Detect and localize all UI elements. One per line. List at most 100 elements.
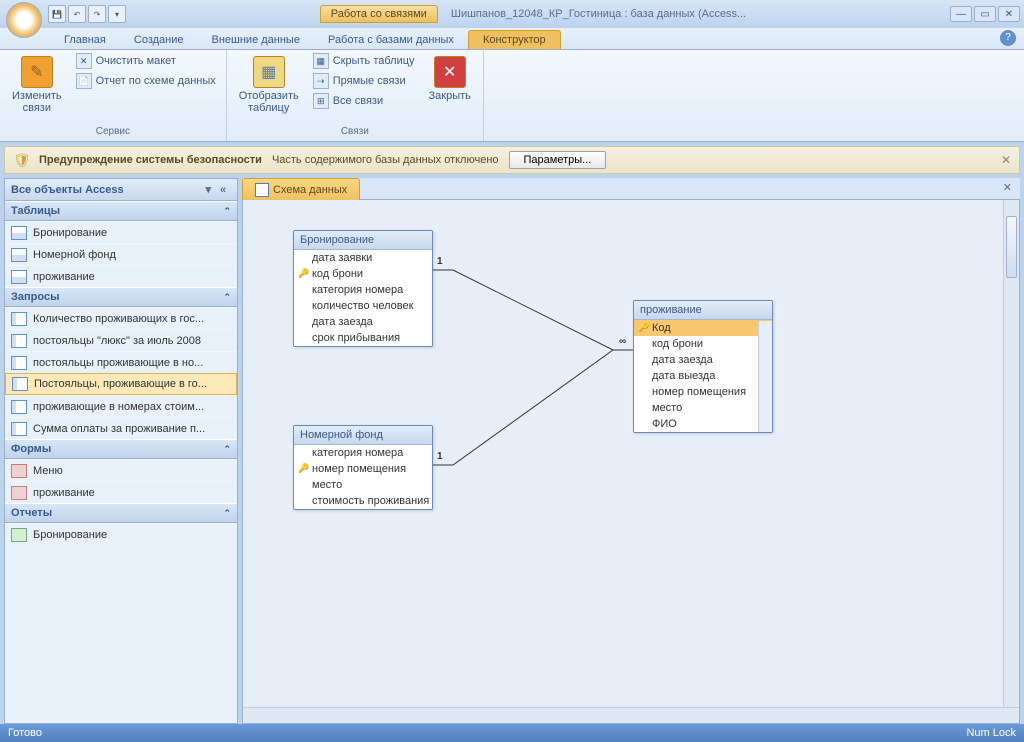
- table-field[interactable]: срок прибывания: [294, 330, 432, 346]
- clear-layout-button[interactable]: ✕Очистить макет: [72, 52, 220, 70]
- qat-redo-icon[interactable]: ↷: [88, 5, 106, 23]
- doc-close-icon[interactable]: ✕: [995, 178, 1020, 200]
- all-icon: ⊞: [313, 93, 329, 109]
- nav-item-label: Бронирование: [33, 227, 107, 239]
- nav-item[interactable]: постояльцы проживающие в но...: [5, 351, 237, 373]
- nav-item[interactable]: Сумма оплаты за проживание п...: [5, 417, 237, 439]
- security-close-icon[interactable]: ✕: [1001, 153, 1011, 167]
- table-icon: [253, 56, 285, 88]
- navigation-pane: Все объекты Access ▾ « Таблицы⌃ Бронирова…: [4, 178, 238, 724]
- table-field[interactable]: количество человек: [294, 298, 432, 314]
- all-rel-button[interactable]: ⊞Все связи: [309, 92, 419, 110]
- table-field[interactable]: дата заезда: [294, 314, 432, 330]
- table-field[interactable]: Код: [634, 320, 772, 336]
- tab-home[interactable]: Главная: [50, 31, 120, 49]
- qat-more-icon[interactable]: ▾: [108, 5, 126, 23]
- tab-create[interactable]: Создание: [120, 31, 198, 49]
- relationships-canvas[interactable]: Бронированиедата заявкикод броникатегори…: [242, 200, 1020, 724]
- table-field[interactable]: дата заезда: [634, 352, 772, 368]
- edit-relationships-button[interactable]: Изменить связи: [6, 52, 68, 118]
- table-field[interactable]: номер помещения: [634, 384, 772, 400]
- canvas-scrollbar-h[interactable]: [243, 707, 1019, 723]
- navpane-collapse-icon[interactable]: «: [215, 184, 231, 196]
- table-box-Номерной фонд[interactable]: Номерной фондкатегория номераномер помещ…: [293, 425, 433, 510]
- table-field[interactable]: категория номера: [294, 282, 432, 298]
- tab-design[interactable]: Конструктор: [468, 30, 561, 49]
- qat-undo-icon[interactable]: ↶: [68, 5, 86, 23]
- nav-item[interactable]: проживание: [5, 481, 237, 503]
- table-field[interactable]: стоимость проживания: [294, 493, 432, 509]
- table-field[interactable]: код брони: [294, 266, 432, 282]
- frm-icon: [11, 464, 27, 478]
- show-table-button[interactable]: Отобразить таблицу: [233, 52, 305, 118]
- table-box-проживание[interactable]: проживаниеКодкод бронидата заездадата вы…: [633, 300, 773, 433]
- table-field[interactable]: ФИО: [634, 416, 772, 432]
- close-icon: [434, 56, 466, 88]
- minimize-button[interactable]: —: [950, 6, 972, 22]
- restore-button[interactable]: ▭: [974, 6, 996, 22]
- tab-external[interactable]: Внешние данные: [198, 31, 314, 49]
- canvas-scrollbar-v[interactable]: [1003, 200, 1019, 707]
- hide-icon: ▦: [313, 53, 329, 69]
- nav-item[interactable]: Бронирование: [5, 523, 237, 545]
- hide-table-label: Скрыть таблицу: [333, 55, 415, 67]
- nav-item[interactable]: Номерной фонд: [5, 243, 237, 265]
- table-field[interactable]: место: [634, 400, 772, 416]
- nav-item-label: проживание: [33, 271, 95, 283]
- nav-section-Формы[interactable]: Формы⌃: [5, 439, 237, 459]
- table-title[interactable]: проживание: [634, 301, 772, 320]
- table-title[interactable]: Бронирование: [294, 231, 432, 250]
- ribbon-body: Изменить связи ✕Очистить макет 📄Отчет по…: [0, 50, 1024, 142]
- help-icon[interactable]: ?: [1000, 30, 1016, 46]
- nav-item[interactable]: Количество проживающих в гос...: [5, 307, 237, 329]
- qat-save-icon[interactable]: 💾: [48, 5, 66, 23]
- navpane-header[interactable]: Все объекты Access ▾ «: [5, 179, 237, 201]
- clear-icon: ✕: [76, 53, 92, 69]
- security-title: Предупреждение системы безопасности: [39, 154, 262, 166]
- security-warning-bar: Предупреждение системы безопасности Част…: [4, 146, 1020, 174]
- close-button[interactable]: ✕: [998, 6, 1020, 22]
- nav-section-Запросы[interactable]: Запросы⌃: [5, 287, 237, 307]
- doc-tab-schema[interactable]: Схема данных: [242, 178, 360, 200]
- report-icon: 📄: [76, 73, 92, 89]
- table-scrollbar[interactable]: [758, 321, 772, 432]
- nav-section-Таблицы[interactable]: Таблицы⌃: [5, 201, 237, 221]
- nav-item[interactable]: постояльцы "люкс" за июль 2008: [5, 329, 237, 351]
- table-field[interactable]: категория номера: [294, 445, 432, 461]
- table-field[interactable]: код брони: [634, 336, 772, 352]
- ribbon-tabs: Главная Создание Внешние данные Работа с…: [0, 28, 1024, 50]
- table-box-Бронирование[interactable]: Бронированиедата заявкикод броникатегори…: [293, 230, 433, 347]
- tab-dbtools[interactable]: Работа с базами данных: [314, 31, 468, 49]
- navpane-dropdown-icon[interactable]: ▾: [205, 183, 211, 196]
- nav-item[interactable]: проживание: [5, 265, 237, 287]
- table-field[interactable]: место: [294, 477, 432, 493]
- nav-item[interactable]: Бронирование: [5, 221, 237, 243]
- office-button[interactable]: [6, 2, 42, 38]
- nav-item-label: Номерной фонд: [33, 249, 116, 261]
- nav-item-label: Количество проживающих в гос...: [33, 313, 204, 325]
- titlebar: 💾 ↶ ↷ ▾ Работа со связями Шишпанов_12048…: [0, 0, 1024, 28]
- nav-item[interactable]: Меню: [5, 459, 237, 481]
- show-table-label: Отобразить таблицу: [239, 90, 299, 114]
- nav-section-Отчеты[interactable]: Отчеты⌃: [5, 503, 237, 523]
- tbl-icon: [11, 248, 27, 262]
- hide-table-button[interactable]: ▦ Скрыть таблицу: [309, 52, 419, 70]
- nav-item-label: Бронирование: [33, 529, 107, 541]
- direct-rel-button[interactable]: ⇢Прямые связи: [309, 72, 419, 90]
- table-title[interactable]: Номерной фонд: [294, 426, 432, 445]
- table-field[interactable]: номер помещения: [294, 461, 432, 477]
- table-field[interactable]: дата заявки: [294, 250, 432, 266]
- nav-item-label: постояльцы "люкс" за июль 2008: [33, 335, 201, 347]
- table-field[interactable]: дата выезда: [634, 368, 772, 384]
- security-options-button[interactable]: Параметры...: [509, 151, 607, 169]
- close-rel-button[interactable]: Закрыть: [423, 52, 477, 106]
- tbl-icon: [11, 270, 27, 284]
- qry-icon: [11, 422, 27, 436]
- nav-item-label: проживание: [33, 487, 95, 499]
- status-bar: Готово Num Lock: [0, 724, 1024, 742]
- schema-report-button[interactable]: 📄Отчет по схеме данных: [72, 72, 220, 90]
- nav-item[interactable]: проживающие в номерах стоим...: [5, 395, 237, 417]
- nav-item[interactable]: Постояльцы, проживающие в го...: [5, 373, 237, 395]
- qry-icon: [11, 356, 27, 370]
- main-area: Все объекты Access ▾ « Таблицы⌃ Бронирова…: [4, 178, 1020, 724]
